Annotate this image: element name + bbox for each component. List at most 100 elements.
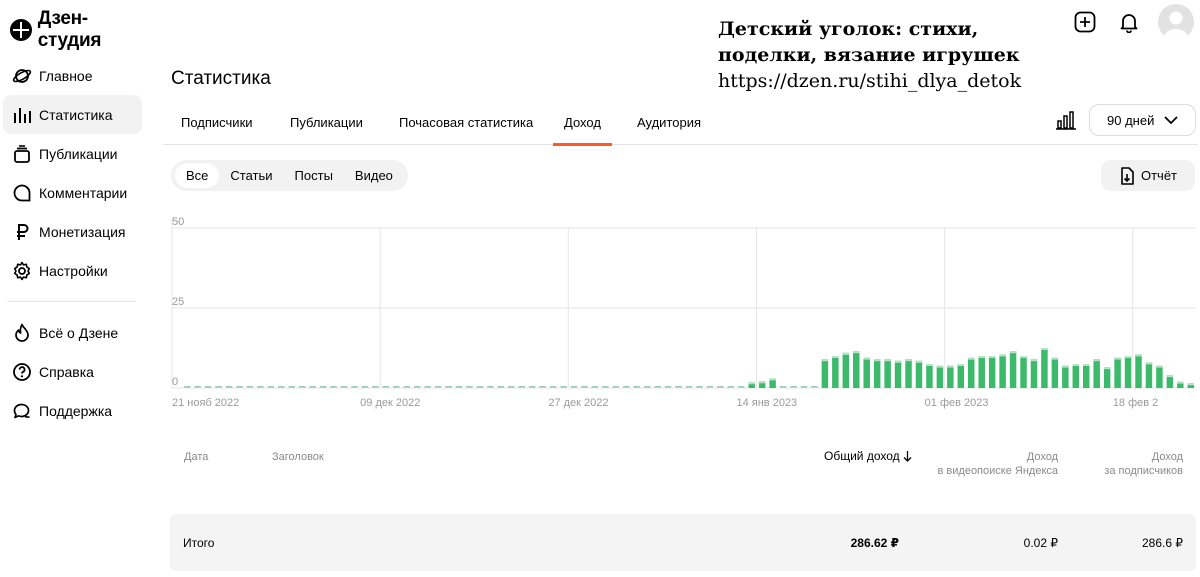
column-date[interactable]: Дата [184, 450, 208, 464]
chart-bar[interactable] [424, 386, 431, 388]
chart-bar[interactable] [382, 386, 390, 388]
chart-bar[interactable] [403, 386, 410, 388]
chart-bar[interactable] [508, 386, 515, 388]
chart-bar[interactable] [487, 386, 494, 388]
column-total-income[interactable]: Общий доход [824, 449, 912, 463]
column-subscriber-income[interactable]: Доход за подписчиков [1104, 450, 1183, 478]
chart-bar[interactable] [236, 386, 243, 388]
chart-bar[interactable] [623, 386, 630, 388]
chart-bar-cap [968, 357, 975, 360]
chart-bar[interactable] [570, 386, 578, 388]
chart-bar[interactable] [372, 386, 379, 388]
chart-bar[interactable] [194, 386, 201, 388]
chart-bar[interactable] [602, 386, 609, 388]
chart-bar[interactable] [288, 386, 296, 388]
chart-bar[interactable] [476, 386, 484, 388]
chart-bar[interactable] [685, 386, 693, 388]
chart-bar[interactable] [1135, 354, 1142, 388]
chart-bar[interactable] [257, 386, 264, 388]
chart-bar[interactable] [832, 356, 839, 388]
chart-bar[interactable] [936, 365, 944, 388]
chart-bar[interactable] [455, 386, 463, 388]
chart-bar[interactable] [466, 386, 473, 388]
column-video-search-income[interactable]: Доход в видеопоиске Яндекса [938, 450, 1058, 478]
chart-bar[interactable] [842, 352, 850, 388]
chart-bar[interactable] [853, 351, 860, 388]
chart-bar[interactable] [1062, 365, 1069, 388]
chart-bar[interactable] [1020, 356, 1027, 388]
chart-bar[interactable] [633, 386, 640, 388]
chart-bar[interactable] [340, 386, 348, 388]
chart-bar[interactable] [957, 364, 965, 388]
chart-bar[interactable] [215, 386, 222, 388]
chart-bar[interactable] [309, 386, 316, 388]
chart-bar[interactable] [1145, 362, 1153, 388]
chart-bar[interactable] [539, 386, 546, 388]
chart-bar-cap [1009, 351, 1017, 354]
chart-bar[interactable] [1041, 348, 1048, 388]
chart-bar[interactable] [246, 386, 254, 388]
chart-bar[interactable] [988, 356, 996, 388]
chart-bar[interactable] [1082, 364, 1090, 388]
chart-bar[interactable] [1030, 359, 1038, 388]
chart-bar[interactable] [790, 386, 797, 388]
chart-bar[interactable] [434, 386, 442, 388]
chart-bar[interactable] [183, 386, 191, 388]
chart-bar[interactable] [643, 386, 651, 388]
chart-bar[interactable] [654, 386, 661, 388]
column-title[interactable]: Заголовок [272, 450, 324, 464]
chart-bar[interactable] [351, 386, 358, 388]
chart-bar[interactable] [518, 386, 525, 388]
chart-bar[interactable] [225, 386, 233, 388]
chart-bar[interactable] [445, 386, 452, 388]
chart-bar[interactable] [664, 386, 672, 388]
chart-bar[interactable] [884, 359, 891, 388]
chart-bar[interactable] [821, 359, 829, 388]
chart-bar[interactable] [1009, 351, 1017, 388]
chart-bar[interactable] [1114, 357, 1121, 388]
chart-bar[interactable] [727, 386, 735, 388]
chart-bar[interactable] [800, 386, 808, 388]
chart-bar[interactable] [915, 360, 923, 388]
chart-bar[interactable] [978, 356, 985, 388]
chart-bar[interactable] [1093, 359, 1100, 388]
chart-bar[interactable] [999, 354, 1006, 388]
chart-bar[interactable] [1072, 364, 1080, 388]
chart-bar[interactable] [968, 357, 975, 388]
chart-bar[interactable] [1051, 357, 1059, 388]
chart-bar[interactable] [298, 386, 306, 388]
chart-bar[interactable] [873, 359, 881, 388]
chart-bar[interactable] [591, 386, 599, 388]
chart-bar[interactable] [319, 386, 327, 388]
chart-bar[interactable] [413, 386, 421, 388]
chart-bar[interactable] [675, 386, 682, 388]
chart-bar[interactable] [779, 386, 787, 388]
chart-bar[interactable] [278, 386, 285, 388]
chart-bar[interactable] [1124, 356, 1132, 388]
chart-bar[interactable] [894, 360, 902, 388]
chart-bar[interactable] [863, 357, 870, 388]
chart-bar[interactable] [947, 365, 954, 388]
chart-bar[interactable] [811, 386, 818, 388]
chart-bar[interactable] [497, 386, 505, 388]
chart-bar-cap [842, 352, 850, 355]
chart-bar[interactable] [560, 386, 567, 388]
chart-bar[interactable] [330, 386, 337, 388]
chart-bar[interactable] [361, 386, 369, 388]
chart-bar[interactable] [393, 386, 400, 388]
chart-bar[interactable] [738, 386, 745, 388]
chart-bar[interactable] [1103, 367, 1111, 388]
chart-bar[interactable] [1156, 365, 1163, 388]
chart-bar[interactable] [267, 386, 275, 388]
chart-bar[interactable] [926, 364, 933, 388]
chart-bar[interactable] [706, 386, 714, 388]
chart-bar[interactable] [612, 386, 620, 388]
chart-bar[interactable] [549, 386, 557, 388]
chart-bar[interactable] [204, 386, 212, 388]
chart-bar[interactable] [528, 386, 536, 388]
chart-bar[interactable] [905, 359, 912, 388]
chart-bar-cap [1062, 365, 1069, 368]
chart-bar[interactable] [696, 386, 703, 388]
chart-bar[interactable] [581, 386, 588, 388]
chart-bar[interactable] [717, 386, 724, 388]
